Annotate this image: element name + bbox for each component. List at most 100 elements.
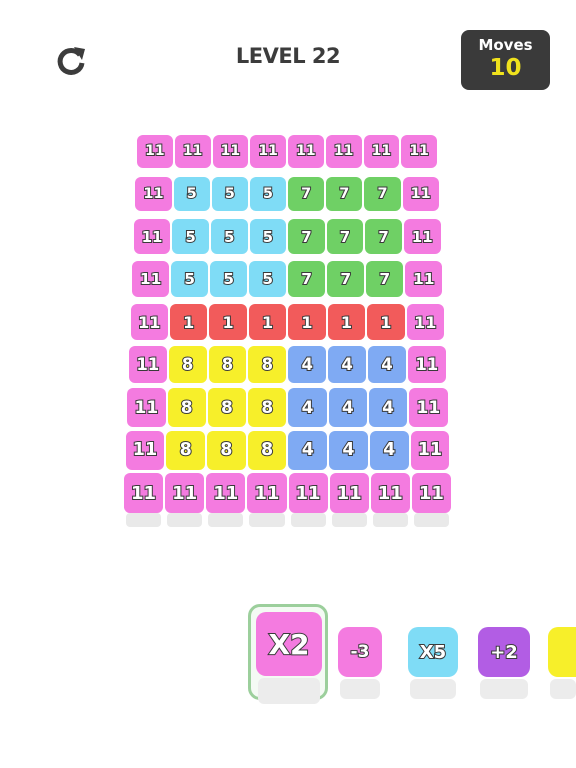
tile-value: 4 bbox=[301, 397, 315, 419]
tile-4-4[interactable]: 1 bbox=[288, 303, 326, 341]
tile-8-5[interactable]: 11 bbox=[329, 473, 369, 513]
tile-4-6[interactable]: 1 bbox=[367, 303, 405, 341]
tile-3-1[interactable]: 5 bbox=[171, 261, 209, 298]
tile-value: 11 bbox=[139, 269, 163, 289]
tile-value: 11 bbox=[414, 354, 439, 375]
powerup-card-1[interactable]: -3 bbox=[338, 627, 382, 677]
tile-value: 8 bbox=[219, 439, 233, 461]
game-board: 11 11 11 11 11 11 11 11 11 5 5 5 7 7 7 11 11 5 5 5 7 7 7 11 11 5 5… bbox=[0, 0, 576, 560]
tile-0-3[interactable]: 11 bbox=[250, 134, 286, 168]
tile-6-6[interactable]: 4 bbox=[368, 388, 408, 427]
tile-3-3[interactable]: 5 bbox=[249, 261, 287, 298]
tile-3-7[interactable]: 11 bbox=[405, 261, 443, 298]
tile-value: 11 bbox=[257, 142, 279, 160]
tile-1-7[interactable]: 11 bbox=[402, 176, 439, 211]
tile-3-2[interactable]: 5 bbox=[210, 261, 248, 298]
tile-2-4[interactable]: 7 bbox=[288, 219, 325, 254]
tile-6-7[interactable]: 11 bbox=[409, 388, 448, 427]
tile-5-5[interactable]: 4 bbox=[328, 346, 367, 384]
tile-0-7[interactable]: 11 bbox=[401, 134, 437, 168]
tile-0-4[interactable]: 11 bbox=[288, 134, 324, 168]
tile-5-7[interactable]: 11 bbox=[407, 346, 446, 384]
tile-value: 4 bbox=[341, 397, 355, 419]
tile-8-2[interactable]: 11 bbox=[206, 473, 246, 513]
tile-0-2[interactable]: 11 bbox=[212, 134, 249, 168]
tile-7-0[interactable]: 11 bbox=[125, 430, 165, 470]
tile-7-1[interactable]: 8 bbox=[166, 430, 206, 470]
tile-5-4[interactable]: 4 bbox=[288, 346, 327, 384]
tile-shadow bbox=[167, 513, 203, 527]
tile-value: 11 bbox=[182, 142, 204, 160]
tile-4-1[interactable]: 1 bbox=[169, 303, 208, 341]
tile-value: 8 bbox=[260, 439, 274, 461]
tile-7-6[interactable]: 4 bbox=[369, 430, 409, 470]
tile-6-5[interactable]: 4 bbox=[328, 388, 367, 427]
tile-3-0[interactable]: 11 bbox=[132, 261, 170, 298]
tile-value: 7 bbox=[377, 227, 390, 247]
tile-0-0[interactable]: 11 bbox=[137, 134, 173, 168]
tile-value: 11 bbox=[142, 185, 164, 203]
tile-7-7[interactable]: 11 bbox=[410, 430, 450, 470]
tile-value: 5 bbox=[262, 185, 274, 203]
tile-1-2[interactable]: 5 bbox=[211, 176, 248, 211]
tile-2-0[interactable]: 11 bbox=[133, 219, 171, 254]
tile-7-2[interactable]: 8 bbox=[207, 430, 246, 470]
tile-5-0[interactable]: 11 bbox=[128, 346, 167, 384]
tile-3-5[interactable]: 7 bbox=[327, 261, 365, 298]
tile-4-5[interactable]: 1 bbox=[327, 303, 366, 341]
tile-6-3[interactable]: 8 bbox=[248, 388, 287, 427]
tile-4-2[interactable]: 1 bbox=[209, 303, 247, 341]
tile-8-7[interactable]: 11 bbox=[411, 473, 451, 513]
tile-4-0[interactable]: 11 bbox=[130, 303, 168, 341]
tile-2-1[interactable]: 5 bbox=[172, 219, 209, 254]
tile-7-5[interactable]: 4 bbox=[329, 430, 368, 470]
tile-3-4[interactable]: 7 bbox=[288, 261, 326, 298]
tile-0-1[interactable]: 11 bbox=[174, 134, 211, 168]
tile-1-5[interactable]: 7 bbox=[326, 176, 363, 211]
tile-1-3[interactable]: 5 bbox=[249, 176, 287, 211]
tile-shadow bbox=[372, 513, 408, 527]
tile-2-6[interactable]: 7 bbox=[365, 219, 402, 254]
tile-2-2[interactable]: 5 bbox=[210, 219, 248, 254]
tile-value: 1 bbox=[261, 312, 274, 333]
tile-value: 8 bbox=[261, 354, 275, 375]
tile-8-6[interactable]: 11 bbox=[370, 473, 410, 513]
tile-5-6[interactable]: 4 bbox=[368, 346, 406, 384]
tile-value: 4 bbox=[301, 439, 315, 461]
tile-6-1[interactable]: 8 bbox=[167, 388, 206, 427]
tile-2-7[interactable]: 11 bbox=[403, 219, 441, 254]
powerup-card-4[interactable] bbox=[548, 627, 576, 677]
tile-value: 11 bbox=[144, 142, 166, 160]
tile-8-3[interactable]: 11 bbox=[247, 473, 287, 513]
tile-1-1[interactable]: 5 bbox=[173, 176, 210, 211]
tile-3-6[interactable]: 7 bbox=[366, 261, 404, 298]
tile-6-4[interactable]: 4 bbox=[288, 388, 327, 427]
tile-8-1[interactable]: 11 bbox=[165, 473, 205, 513]
tile-7-3[interactable]: 8 bbox=[247, 430, 287, 470]
tile-2-3[interactable]: 5 bbox=[249, 219, 287, 254]
tile-6-0[interactable]: 11 bbox=[127, 388, 166, 427]
tile-4-3[interactable]: 1 bbox=[248, 303, 287, 341]
tile-value: 11 bbox=[411, 227, 434, 247]
tile-1-4[interactable]: 7 bbox=[288, 176, 325, 211]
tile-value: 11 bbox=[134, 397, 160, 419]
powerup-card-2[interactable]: X5 bbox=[408, 627, 458, 677]
powerup-card-3[interactable]: +2 bbox=[478, 627, 530, 677]
powerup-card-0[interactable]: X2 bbox=[256, 612, 322, 676]
tile-0-6[interactable]: 11 bbox=[363, 134, 400, 168]
tile-1-6[interactable]: 7 bbox=[364, 176, 401, 211]
tile-5-1[interactable]: 8 bbox=[168, 346, 207, 384]
tile-5-2[interactable]: 8 bbox=[208, 346, 247, 384]
powerup-shadow bbox=[340, 679, 380, 699]
tile-value: 1 bbox=[182, 312, 195, 333]
tile-2-5[interactable]: 7 bbox=[326, 219, 364, 254]
tile-7-4[interactable]: 4 bbox=[288, 430, 328, 470]
tile-0-5[interactable]: 11 bbox=[325, 134, 362, 168]
tile-4-7[interactable]: 11 bbox=[406, 303, 444, 341]
tile-shadow bbox=[126, 513, 162, 527]
tile-5-3[interactable]: 8 bbox=[248, 346, 287, 384]
tile-6-2[interactable]: 8 bbox=[207, 388, 247, 427]
tile-8-4[interactable]: 11 bbox=[288, 473, 328, 513]
tile-8-0[interactable]: 11 bbox=[124, 473, 164, 513]
tile-1-0[interactable]: 11 bbox=[135, 176, 172, 211]
